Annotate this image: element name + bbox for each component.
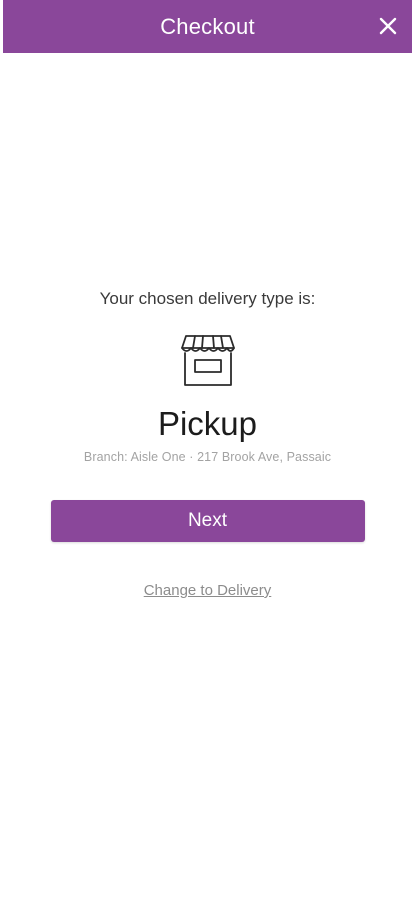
close-icon (379, 17, 397, 35)
header-bar: Checkout (3, 0, 412, 53)
branch-address: Branch: Aisle One · 217 Brook Ave, Passa… (83, 450, 332, 464)
storefront-icon (180, 335, 235, 386)
delivery-prompt: Your chosen delivery type is: (99, 289, 316, 308)
delivery-type-label: Pickup (157, 405, 258, 442)
checkout-screen: Checkout Your chosen delivery type is: P… (0, 0, 415, 900)
page-title: Checkout (160, 13, 255, 39)
close-button[interactable] (374, 12, 402, 40)
change-to-delivery-link[interactable]: Change to Delivery (144, 582, 272, 599)
delivery-summary: Your chosen delivery type is: Pickup Bra… (0, 286, 415, 599)
next-button[interactable]: Next (50, 500, 365, 542)
